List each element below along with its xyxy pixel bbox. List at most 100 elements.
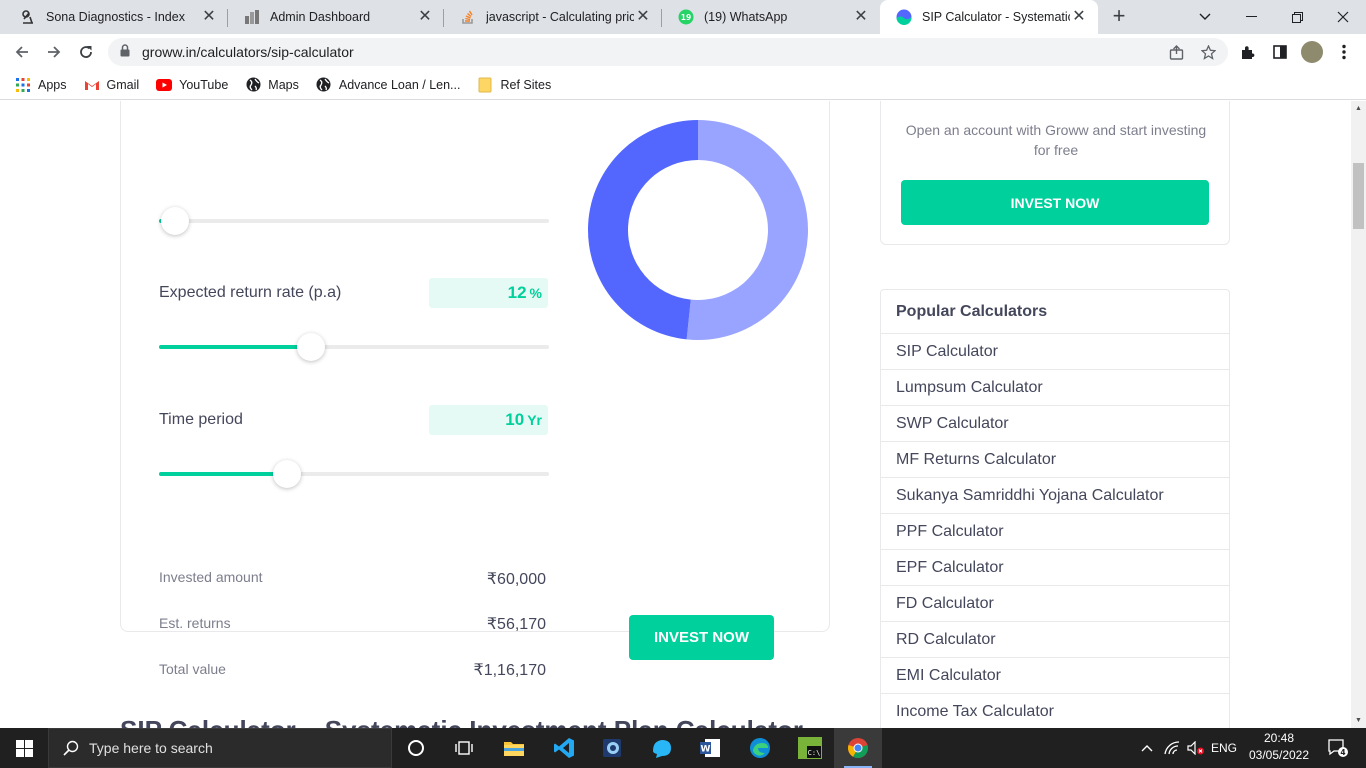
monthly-investment-slider[interactable] — [159, 207, 549, 235]
taskbar-search[interactable]: Type here to search — [48, 728, 392, 768]
notification-center-icon[interactable]: 4 — [1318, 728, 1358, 768]
language-indicator[interactable]: ENG — [1208, 728, 1240, 768]
menu-icon[interactable] — [1332, 40, 1356, 64]
return-rate-slider[interactable] — [159, 333, 549, 361]
side-panel-icon[interactable] — [1268, 40, 1292, 64]
close-icon[interactable]: ✕ — [634, 8, 652, 26]
return-rate-input[interactable]: 12 % — [429, 278, 548, 308]
forward-icon[interactable] — [42, 40, 66, 64]
windows-taskbar: Type here to search W C:\ ENG 20:48 03/0… — [0, 728, 1366, 768]
tab-title: Admin Dashboard — [270, 10, 371, 24]
windows-logo-icon — [15, 739, 33, 757]
minimize-button[interactable] — [1228, 0, 1274, 34]
bookmark-label: Gmail — [106, 77, 140, 92]
bookmark-advance-loan[interactable]: Advance Loan / Len... — [316, 77, 461, 93]
dashboard-icon — [244, 9, 260, 25]
tab-admin-dashboard[interactable]: Admin Dashboard ✕ — [228, 0, 444, 34]
tab-sip-calculator[interactable]: SIP Calculator - Systematic In ✕ — [880, 0, 1098, 34]
reload-icon[interactable] — [74, 40, 98, 64]
star-icon[interactable] — [1195, 38, 1221, 66]
microscope-icon — [20, 9, 36, 25]
bookmark-label: Advance Loan / Len... — [338, 77, 461, 92]
terminal-icon[interactable]: C:\ — [786, 728, 834, 768]
tab-sona-diagnostics[interactable]: Sona Diagnostics - Index ✕ — [4, 0, 228, 34]
address-bar[interactable]: groww.in/calculators/sip-calculator — [108, 38, 1228, 66]
scroll-down-icon[interactable]: ▼ — [1351, 713, 1366, 728]
word-icon[interactable]: W — [686, 728, 734, 768]
bookmark-label: Ref Sites — [500, 77, 552, 92]
volume-muted-icon[interactable] — [1184, 728, 1208, 768]
chrome-icon[interactable] — [834, 728, 882, 768]
tab-javascript[interactable]: javascript - Calculating price ✕ — [444, 0, 662, 34]
blue-app-icon[interactable] — [638, 728, 686, 768]
close-icon[interactable]: ✕ — [852, 8, 870, 26]
clock-time: 20:48 — [1263, 731, 1295, 745]
time-period-input[interactable]: 10 Yr — [429, 405, 548, 435]
share-icon[interactable] — [1163, 38, 1189, 66]
globe-icon — [245, 77, 261, 93]
popular-calculator-link[interactable]: FD Calculator — [881, 586, 1229, 622]
new-tab-button[interactable]: + — [1108, 5, 1130, 28]
bookmark-ref-sites[interactable]: Ref Sites — [477, 77, 551, 93]
youtube-icon — [156, 77, 173, 93]
popular-calculator-link[interactable]: MF Returns Calculator — [881, 442, 1229, 478]
scrollbar-thumb[interactable] — [1353, 163, 1364, 229]
popular-calculator-link[interactable]: Lumpsum Calculator — [881, 370, 1229, 406]
tab-whatsapp[interactable]: 19 (19) WhatsApp ✕ — [662, 0, 880, 34]
profile-avatar[interactable] — [1300, 40, 1324, 64]
sip-calculator-card: Expected return rate (p.a) 12 % Time per… — [120, 101, 830, 679]
bookmark-youtube[interactable]: YouTube — [156, 77, 228, 93]
page-scrollbar[interactable]: ▲ ▼ — [1351, 101, 1366, 728]
wifi-icon[interactable] — [1160, 728, 1184, 768]
slider-knob[interactable] — [297, 333, 326, 361]
cortana-icon[interactable] — [392, 728, 440, 768]
window-close-button[interactable] — [1320, 0, 1366, 34]
edge-icon[interactable] — [736, 728, 784, 768]
gmail-icon — [84, 77, 100, 93]
time-period-slider[interactable] — [159, 460, 549, 488]
close-icon[interactable]: ✕ — [200, 8, 218, 26]
popular-calculator-link[interactable]: Income Tax Calculator — [881, 694, 1229, 728]
section-heading: SIP Calculator – Systematic Investment P… — [120, 715, 803, 728]
close-icon[interactable]: ✕ — [1070, 8, 1088, 26]
bookmark-apps[interactable]: Apps — [15, 77, 67, 93]
close-icon[interactable]: ✕ — [416, 8, 434, 26]
browser-toolbar: groww.in/calculators/sip-calculator — [0, 34, 1366, 70]
groww-icon — [896, 9, 912, 25]
popular-calculator-link[interactable]: Sukanya Samriddhi Yojana Calculator — [881, 478, 1229, 514]
restore-button[interactable] — [1274, 0, 1320, 34]
bookmark-gmail[interactable]: Gmail — [84, 77, 140, 93]
tab-search-icon[interactable] — [1182, 0, 1228, 34]
extensions-icon[interactable] — [1236, 40, 1260, 64]
slider-knob[interactable] — [160, 207, 189, 235]
task-view-icon[interactable] — [440, 728, 488, 768]
show-hidden-icons[interactable] — [1136, 728, 1158, 768]
invested-arc — [686, 120, 809, 340]
total-value-label: Total value — [159, 661, 226, 677]
tab-strip: Sona Diagnostics - Index ✕ Admin Dashboa… — [0, 0, 1366, 34]
invest-now-button[interactable]: INVEST NOW — [629, 615, 774, 660]
percent-unit: % — [529, 285, 542, 301]
popular-calculator-link[interactable]: SIP Calculator — [881, 334, 1229, 370]
popular-calculator-link[interactable]: EPF Calculator — [881, 550, 1229, 586]
popular-calculator-link[interactable]: PPF Calculator — [881, 514, 1229, 550]
slider-knob[interactable] — [272, 460, 301, 488]
popular-calculator-link[interactable]: EMI Calculator — [881, 658, 1229, 694]
back-icon[interactable] — [10, 40, 34, 64]
svg-text:19: 19 — [681, 13, 691, 22]
bookmark-maps[interactable]: Maps — [245, 77, 299, 93]
sidebar-invest-now-button[interactable]: INVEST NOW — [901, 180, 1209, 225]
popular-calculator-link[interactable]: RD Calculator — [881, 622, 1229, 658]
clock-date: 03/05/2022 — [1248, 748, 1310, 762]
vscode-icon[interactable] — [540, 728, 588, 768]
file-explorer-icon[interactable] — [490, 728, 538, 768]
return-rate-label: Expected return rate (p.a) — [159, 284, 342, 301]
slider-fill — [159, 345, 312, 349]
popular-calculator-link[interactable]: SWP Calculator — [881, 406, 1229, 442]
clock[interactable]: 20:48 03/05/2022 — [1244, 730, 1314, 764]
scroll-up-icon[interactable]: ▲ — [1351, 101, 1366, 116]
start-button[interactable] — [0, 728, 48, 768]
popular-calculators-card: Popular Calculators SIP Calculator Lumps… — [880, 289, 1230, 728]
photo-app-icon[interactable] — [588, 728, 636, 768]
search-placeholder: Type here to search — [89, 740, 213, 756]
